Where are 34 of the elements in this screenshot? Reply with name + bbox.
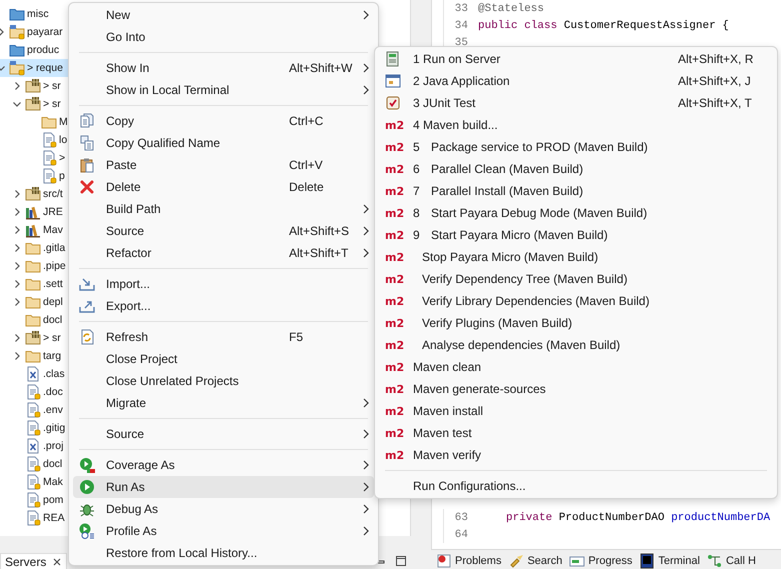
shortcut-label: Alt+Shift+T — [289, 246, 350, 260]
line-number: 35 — [454, 36, 468, 48]
maven-icon: m2 — [385, 272, 404, 286]
code-line-text: private ProductNumberDAO productNumberDA — [505, 512, 772, 524]
line-number: 63 — [454, 512, 468, 524]
maven-icon: m2 — [385, 338, 404, 352]
maven-icon: m2 — [385, 448, 404, 462]
maven-icon: m2 — [385, 316, 404, 330]
line-number: 64 — [454, 528, 468, 540]
maven-icon: m2 — [385, 228, 404, 242]
maven-icon: m2 — [385, 184, 404, 198]
maven-icon: m2 — [385, 294, 404, 308]
shortcut-label: Alt+Shift+X, R — [678, 52, 754, 66]
maven-icon: m2 — [385, 140, 404, 154]
shortcut-label: F5 — [289, 330, 304, 344]
maven-icon: m2 — [385, 118, 404, 132]
maven-icon: m2 — [385, 404, 404, 418]
shortcut-label: Delete — [289, 180, 325, 194]
maven-icon: m2 — [385, 382, 404, 396]
maven-icon: m2 — [385, 426, 404, 440]
shortcut-label: Ctrl+V — [289, 158, 324, 172]
maven-icon: m2 — [385, 360, 404, 374]
line-number: 34 — [454, 20, 468, 32]
code-line-text: public class CustomerRequestAssigner { — [477, 20, 730, 32]
shortcut-label: Alt+Shift+X, T — [678, 96, 753, 110]
shortcut-label: Alt+Shift+X, J — [678, 74, 752, 88]
maven-icon: m2 — [385, 250, 404, 264]
shortcut-label: Alt+Shift+S — [289, 224, 350, 238]
maven-icon: m2 — [385, 162, 404, 176]
line-number: 33 — [454, 2, 468, 14]
shortcut-label: Alt+Shift+W — [289, 61, 354, 75]
code-line-text: @Stateless — [477, 2, 546, 14]
shortcut-label: Ctrl+C — [289, 114, 324, 128]
maven-icon: m2 — [385, 206, 404, 220]
